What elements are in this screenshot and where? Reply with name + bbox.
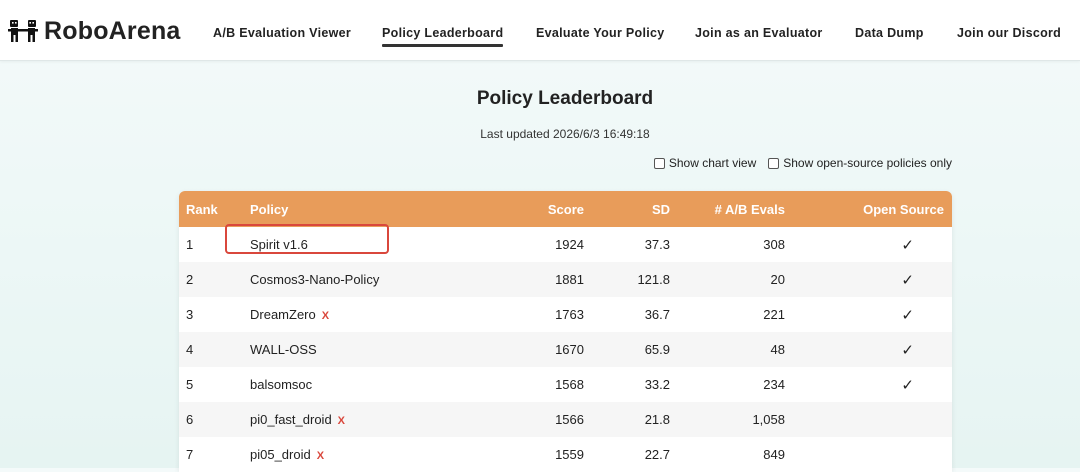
sd-cell: 33.2 <box>584 367 670 402</box>
score-cell: 1924 <box>510 227 584 262</box>
sd-cell: 121.8 <box>584 262 670 297</box>
table-row[interactable]: 4 WALL-OSS 1670 65.9 48 ✓ <box>179 332 952 367</box>
score-cell: 1670 <box>510 332 584 367</box>
open-source-only-label: Show open-source policies only <box>783 156 952 170</box>
open-source-check-icon: ✓ <box>901 306 914 324</box>
table-row[interactable]: 1 Spirit v1.6 1924 37.3 308 ✓ <box>179 224 952 262</box>
nav-data-dump[interactable]: Data Dump <box>855 26 924 40</box>
policy-name-text: Spirit v1.6 <box>250 237 308 252</box>
policy-name-text: pi05_droid <box>250 447 311 462</box>
table-header-row: Rank Policy Score SD # A/B Evals Open So… <box>179 191 952 227</box>
rank-cell: 2 <box>179 262 250 297</box>
open-source-only-toggle[interactable]: Show open-source policies only <box>768 156 952 170</box>
policy-name-text: DreamZero <box>250 307 316 322</box>
policy-name[interactable]: pi0_fast_droid X <box>250 412 345 427</box>
table-row[interactable]: 7 pi05_droid X 1559 22.7 849 <box>179 437 952 472</box>
rank-cell: 4 <box>179 332 250 367</box>
nav-join-as-evaluator[interactable]: Join as an Evaluator <box>695 26 823 40</box>
score-cell: 1559 <box>510 437 584 472</box>
top-nav-bar: RoboArena A/B Evaluation Viewer Policy L… <box>0 0 1080 61</box>
sd-cell: 36.7 <box>584 297 670 332</box>
x-logo-icon[interactable]: X <box>322 310 329 322</box>
chart-view-toggle[interactable]: Show chart view <box>653 156 757 170</box>
nav-ab-evaluation-viewer[interactable]: A/B Evaluation Viewer <box>213 26 351 40</box>
policy-name-text: pi0_fast_droid <box>250 412 332 427</box>
score-cell: 1566 <box>510 402 584 437</box>
policy-name[interactable]: WALL-OSS <box>250 342 317 357</box>
evals-cell: 849 <box>670 437 785 472</box>
policy-name-text: balsomsoc <box>250 377 313 392</box>
brand-name: RoboArena <box>44 16 181 45</box>
table-row[interactable]: 3 DreamZero X 1763 36.7 221 ✓ <box>179 297 952 332</box>
policy-name-text: Cosmos3-Nano-Policy <box>250 272 380 287</box>
open-source-check-icon: ✓ <box>901 341 914 359</box>
table-row[interactable]: 2 Cosmos3-Nano-Policy 1881 121.8 20 ✓ <box>179 262 952 297</box>
last-updated-text: Last updated 2026/6/3 16:49:18 <box>480 127 650 141</box>
policy-name[interactable]: Spirit v1.6 <box>225 224 389 254</box>
chart-view-label: Show chart view <box>668 156 757 170</box>
chart-view-checkbox[interactable] <box>653 157 665 169</box>
x-logo-icon[interactable]: X <box>338 415 345 427</box>
open-source-check-icon: ✓ <box>901 271 914 289</box>
robots-fighting-icon <box>8 20 38 42</box>
rank-cell: 3 <box>179 297 250 332</box>
evals-cell: 1,058 <box>670 402 785 437</box>
sd-cell: 22.7 <box>584 437 670 472</box>
rank-cell: 7 <box>179 437 250 472</box>
page-title: Policy Leaderboard <box>476 88 654 109</box>
score-cell: 1568 <box>510 367 584 402</box>
policy-name[interactable]: Cosmos3-Nano-Policy <box>250 272 379 287</box>
sd-cell: 37.3 <box>584 227 670 262</box>
score-cell: 1881 <box>510 262 584 297</box>
column-header-policy[interactable]: Policy <box>250 191 510 227</box>
sd-cell: 21.8 <box>584 402 670 437</box>
policy-name[interactable]: DreamZero X <box>250 307 329 322</box>
evals-cell: 234 <box>670 367 785 402</box>
column-header-sd[interactable]: SD <box>584 191 670 227</box>
x-logo-icon[interactable]: X <box>317 450 324 462</box>
column-header-score[interactable]: Score <box>510 191 584 227</box>
rank-cell: 6 <box>179 402 250 437</box>
leaderboard-table: Rank Policy Score SD # A/B Evals Open So… <box>179 191 952 472</box>
policy-name-text: WALL-OSS <box>250 342 317 357</box>
evals-cell: 20 <box>670 262 785 297</box>
table-row[interactable]: 6 pi0_fast_droid X 1566 21.8 1,058 <box>179 402 952 437</box>
evals-cell: 48 <box>670 332 785 367</box>
view-options: Show chart view Show open-source policie… <box>642 156 952 170</box>
nav-evaluate-your-policy[interactable]: Evaluate Your Policy <box>536 26 665 40</box>
rank-cell: 1 <box>179 227 250 262</box>
brand-logo[interactable]: RoboArena <box>8 14 181 48</box>
nav-join-discord[interactable]: Join our Discord <box>957 26 1061 40</box>
policy-name[interactable]: pi05_droid X <box>250 447 324 462</box>
table-row[interactable]: 5 balsomsoc 1568 33.2 234 ✓ <box>179 367 952 402</box>
column-header-rank[interactable]: Rank <box>179 191 250 227</box>
open-source-check-icon: ✓ <box>901 236 914 254</box>
policy-name[interactable]: balsomsoc <box>250 377 312 392</box>
sd-cell: 65.9 <box>584 332 670 367</box>
rank-cell: 5 <box>179 367 250 402</box>
evals-cell: 308 <box>670 227 785 262</box>
nav-policy-leaderboard[interactable]: Policy Leaderboard <box>382 26 504 47</box>
column-header-ab-evals[interactable]: # A/B Evals <box>670 191 785 227</box>
score-cell: 1763 <box>510 297 584 332</box>
open-source-only-checkbox[interactable] <box>768 157 780 169</box>
evals-cell: 221 <box>670 297 785 332</box>
column-header-open-source[interactable]: Open Source <box>785 191 952 227</box>
open-source-check-icon: ✓ <box>901 376 914 394</box>
